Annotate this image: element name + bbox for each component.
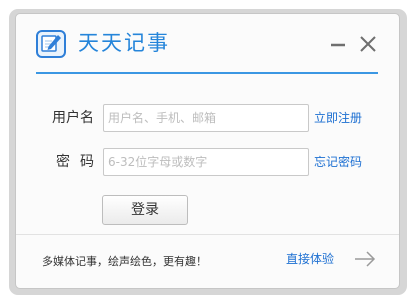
- title-divider: [36, 72, 378, 74]
- try-now-link[interactable]: 直接体验: [286, 251, 334, 267]
- close-icon[interactable]: [358, 34, 378, 54]
- minimize-icon[interactable]: [328, 34, 348, 54]
- login-window: 天天记事 用户名 立即注册 密码 忘记密码 登录 多媒体记事，绘声绘色，更有趣！…: [15, 13, 400, 289]
- login-button[interactable]: 登录: [102, 195, 188, 225]
- username-field[interactable]: [103, 104, 309, 132]
- footer-divider: [16, 234, 399, 235]
- footer-tagline: 多媒体记事，绘声绘色，更有趣！: [42, 255, 207, 268]
- username-label: 用户名: [52, 110, 94, 126]
- app-title: 天天记事: [78, 31, 170, 55]
- forgot-password-link[interactable]: 忘记密码: [314, 154, 362, 170]
- notebook-pen-icon: [36, 30, 66, 58]
- password-label: 密码: [56, 154, 104, 170]
- username-input[interactable]: [108, 106, 304, 130]
- arrow-right-icon[interactable]: [354, 250, 376, 268]
- register-link[interactable]: 立即注册: [314, 110, 362, 126]
- password-input[interactable]: [108, 150, 304, 174]
- password-field[interactable]: [103, 148, 309, 176]
